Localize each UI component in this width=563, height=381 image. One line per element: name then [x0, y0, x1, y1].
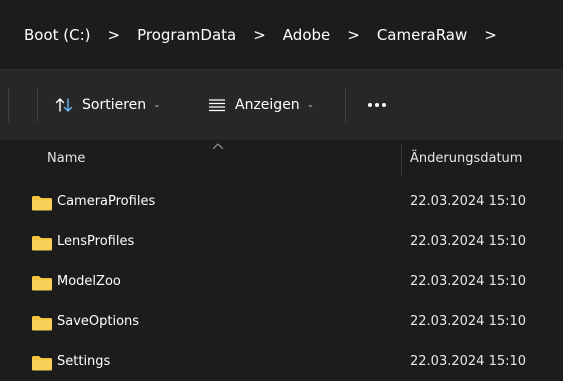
file-modified-date: 22.03.2024 15:10 — [410, 354, 527, 369]
folder-icon — [32, 316, 52, 331]
breadcrumb-item-boot-c[interactable]: Boot (C:) — [22, 26, 93, 44]
chevron-down-icon: ⌄ — [306, 100, 315, 110]
file-name: LensProfiles — [57, 234, 135, 249]
folder-icon — [32, 276, 52, 291]
breadcrumb: Boot (C:) > ProgramData > Adobe > Camera… — [0, 0, 563, 69]
file-modified-date: 22.03.2024 15:10 — [410, 234, 527, 249]
breadcrumb-item-programdata[interactable]: ProgramData — [135, 26, 238, 44]
sort-button[interactable]: Sortieren ⌄ — [55, 70, 161, 140]
folder-icon — [32, 236, 52, 251]
view-button[interactable]: Anzeigen ⌄ — [208, 70, 314, 140]
file-modified-date: 22.03.2024 15:10 — [410, 314, 527, 329]
file-list: Name Änderungsdatum CameraProfiles 22.03… — [0, 140, 563, 381]
file-row[interactable]: SaveOptions 22.03.2024 15:10 — [0, 302, 563, 342]
breadcrumb-separator[interactable]: > — [347, 26, 360, 44]
column-resize-handle[interactable] — [401, 144, 402, 176]
breadcrumb-separator[interactable]: > — [108, 26, 121, 44]
file-name: SaveOptions — [57, 314, 140, 329]
column-header-modified[interactable]: Änderungsdatum — [410, 151, 522, 166]
folder-icon — [32, 356, 52, 371]
breadcrumb-separator[interactable]: > — [253, 26, 266, 44]
view-button-label: Anzeigen — [235, 97, 300, 113]
more-options-button[interactable] — [362, 70, 392, 140]
toolbar-divider — [345, 88, 346, 122]
file-modified-date: 22.03.2024 15:10 — [410, 194, 527, 209]
file-name: CameraProfiles — [57, 194, 156, 209]
file-row[interactable]: ModelZoo 22.03.2024 15:10 — [0, 262, 563, 302]
file-name: Settings — [57, 354, 111, 369]
breadcrumb-separator[interactable]: > — [484, 26, 497, 44]
file-row[interactable]: Settings 22.03.2024 15:10 — [0, 342, 563, 381]
breadcrumb-item-cameraraw[interactable]: CameraRaw — [375, 26, 469, 44]
file-explorer-window: Boot (C:) > ProgramData > Adobe > Camera… — [0, 0, 563, 381]
column-header-name[interactable]: Name — [47, 151, 85, 166]
sort-ascending-icon — [212, 143, 224, 150]
column-header-row: Name Änderungsdatum — [0, 140, 563, 178]
toolbar-divider — [37, 88, 38, 122]
sort-button-label: Sortieren — [82, 97, 147, 113]
toolbar-divider — [8, 88, 9, 122]
view-lines-icon — [208, 98, 226, 112]
file-modified-date: 22.03.2024 15:10 — [410, 274, 527, 289]
sort-arrows-icon — [55, 97, 73, 113]
more-dots-icon — [368, 103, 386, 107]
file-row[interactable]: LensProfiles 22.03.2024 15:10 — [0, 222, 563, 262]
breadcrumb-item-adobe[interactable]: Adobe — [281, 26, 332, 44]
command-bar: Sortieren ⌄ Anzeigen ⌄ — [0, 69, 563, 140]
file-row[interactable]: CameraProfiles 22.03.2024 15:10 — [0, 182, 563, 222]
chevron-down-icon: ⌄ — [153, 100, 161, 110]
file-name: ModelZoo — [57, 274, 121, 289]
folder-icon — [32, 196, 52, 211]
